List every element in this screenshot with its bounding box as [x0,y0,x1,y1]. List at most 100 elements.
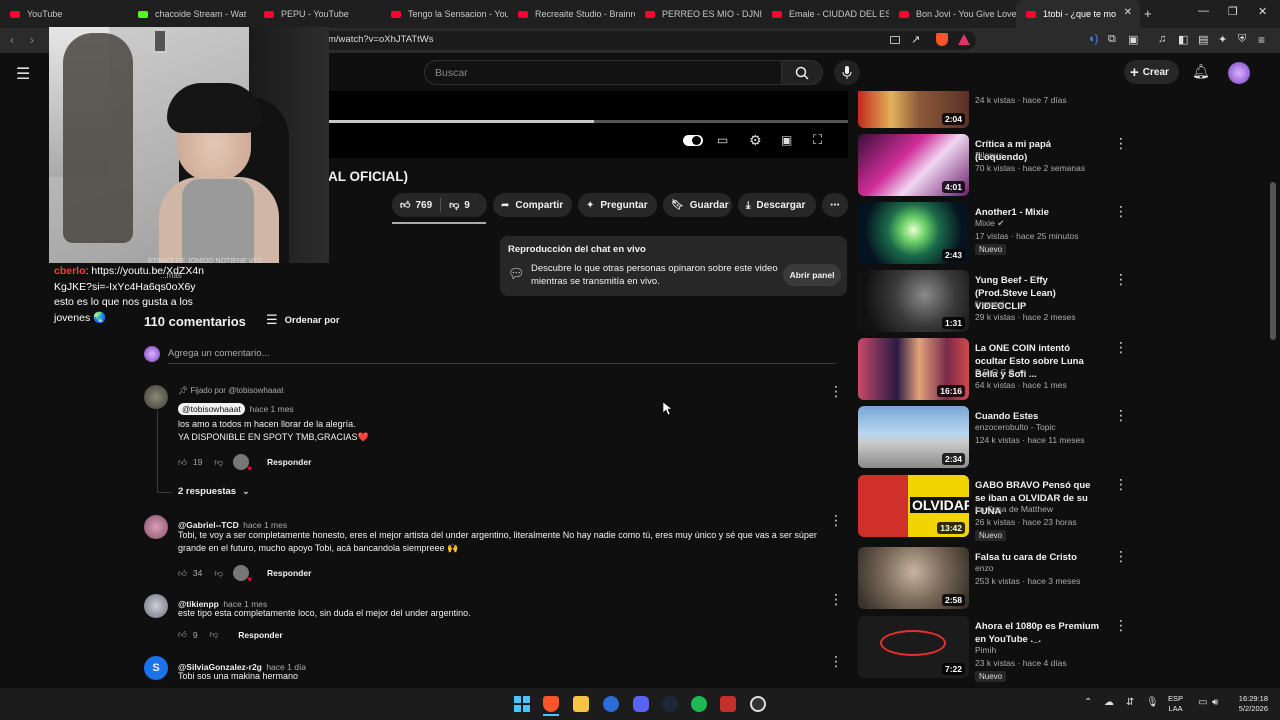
recommendation-item[interactable]: 1:31 Yung Beef - Effy (Prod.Steve Lean) … [858,270,1128,332]
menu-icon[interactable]: ≡ [1258,33,1265,47]
media-icon[interactable]: ♫ [1158,33,1166,45]
channel-name[interactable]: Pimih [975,644,996,657]
replies-toggle[interactable]: 2 respuestas ⌄ [178,486,250,497]
onedrive-icon[interactable]: ☁ [1104,697,1114,708]
video-thumbnail[interactable]: 2:58 [858,547,969,609]
video-thumbnail[interactable]: 16:16 [858,338,969,400]
like-comment-icon[interactable]: 👍︎ [178,629,187,640]
recommendation-item[interactable]: 2:43 Another1 - Mixie Mixie ✔ 17 vistas … [858,202,1128,264]
recommendation-item[interactable]: 7:22 Ahora el 1080p es Premium en YouTub… [858,616,1128,682]
comment-menu-icon[interactable]: ⋮ [829,654,843,668]
avatar[interactable] [1228,62,1250,84]
tab-active[interactable]: 1tobi - ¿que te mo ✕ [1016,0,1140,28]
network-icon[interactable]: ⇵ [1126,697,1134,708]
comment-menu-icon[interactable]: ⋮ [829,384,843,398]
brave-shield-icon[interactable] [936,33,948,46]
discord-icon[interactable] [633,696,649,712]
sort-button[interactable]: ☰ Ordenar por [266,312,340,328]
author-badge[interactable]: @tobisowhaaat [178,403,245,415]
notifications-bell-icon[interactable]: 🔔︎ [1192,63,1210,80]
video-player[interactable] [328,91,848,158]
close-icon[interactable]: ✕ [1124,7,1132,18]
channel-name[interactable]: enzocerobulto - Topic [975,421,1056,434]
reply-button[interactable]: Responder [267,568,311,578]
back-icon[interactable]: ‹ [10,33,14,47]
comment-menu-icon[interactable]: ⋮ [829,592,843,606]
create-button[interactable]: + Crear [1124,60,1179,84]
progress-played[interactable] [328,120,594,123]
channel-name[interactable]: Mixie ✔ [975,217,1004,230]
recommendation-item[interactable]: 2:58 Falsa tu cara de Cristo enzo 253 k … [858,547,1128,609]
dislike-comment-icon[interactable]: 👎︎ [214,568,223,579]
voice-search-button[interactable] [834,60,860,85]
more-actions-button[interactable]: ⋯ [822,193,848,217]
channel-name[interactable]: enzo [975,562,993,575]
tray-chevron-icon[interactable]: ⌃ [1084,697,1092,708]
recommendation-item[interactable]: 4:01 Crítica a mi papá (Loquendo) Silenu… [858,134,1128,196]
video-thumbnail[interactable]: 2:34 [858,406,969,468]
spotify-icon[interactable] [691,696,707,712]
share-button[interactable]: ➦ Compartir [493,193,572,217]
tab-recreaite[interactable]: Recreaite Studio - Brainrot [508,0,635,28]
channel-name[interactable]: Silenus [975,149,1003,162]
tab-emale[interactable]: Emale - CIUDAD DEL ESTE [762,0,889,28]
obs-icon[interactable] [750,696,766,712]
recommendation-item[interactable]: 16:16 La ONE COIN intentó ocultar Esto s… [858,338,1128,400]
open-chat-panel-button[interactable]: Abrir panel [783,264,841,286]
reply-button[interactable]: Responder [267,457,311,467]
fullscreen-icon[interactable]: ⛶ [813,132,822,148]
brave-taskbar-icon[interactable] [543,696,559,712]
start-icon[interactable] [514,696,530,712]
video-thumbnail[interactable]: 1:31 [858,270,969,332]
bing-icon[interactable] [603,696,619,712]
video-thumbnail[interactable]: 2:04 [858,91,969,128]
language-indicator[interactable]: ESP LAA [1168,694,1183,714]
video-thumbnail[interactable]: OLVIDAR 13:42 [858,475,969,537]
dislike-comment-icon[interactable]: 👎︎ [214,457,223,468]
maximize-icon[interactable]: ❐ [1228,5,1238,18]
vpn-icon[interactable]: ⛨ [1238,33,1246,46]
more-vert-icon[interactable]: ⋮ [1114,272,1128,286]
more-vert-icon[interactable]: ⋮ [1114,477,1128,491]
wallet-icon[interactable]: ▤ [1198,33,1208,46]
dislike-comment-icon[interactable]: 👎︎ [210,629,219,640]
url-text[interactable]: m/watch?v=oXhJTATtWs [328,34,434,45]
video-title[interactable]: Falsa tu cara de Cristo [975,551,1103,564]
dislike-button[interactable]: 👎︎ 9 [449,199,470,212]
channel-name[interactable]: La Casa de Matthew [975,503,1053,516]
share-page-icon[interactable]: ↗ [911,33,920,46]
cast-icon[interactable] [890,36,900,44]
video-title[interactable]: Ahora el 1080p es Premium en YouTube ._. [975,620,1103,646]
comment-menu-icon[interactable]: ⋮ [829,513,843,527]
comment-avatar[interactable] [144,594,168,618]
hamburger-menu-icon[interactable]: ☰ [16,64,30,84]
recommendation-item[interactable]: 2:34 Cuando Estes enzocerobulto - Topic … [858,406,1128,468]
new-tab-icon[interactable]: + [1144,6,1152,21]
like-comment-icon[interactable]: 👍︎ [178,457,187,468]
steam-icon[interactable] [662,696,678,712]
audio-icon[interactable]: ◖) [1088,33,1098,45]
more-vert-icon[interactable]: ⋮ [1114,549,1128,563]
more-vert-icon[interactable]: ⋮ [1114,408,1128,422]
window-close-icon[interactable]: ✕ [1258,5,1267,18]
save-button[interactable]: 🔖︎ Guardar [663,193,732,217]
more-vert-icon[interactable]: ⋮ [1114,618,1128,632]
page-scrollbar[interactable] [1270,182,1276,340]
download-button[interactable]: ⤓ Descargar [738,193,816,217]
video-thumbnail[interactable]: 7:22 [858,616,969,678]
reply-button[interactable]: Responder [238,630,282,640]
minimize-icon[interactable]: — [1198,5,1209,17]
more-vert-icon[interactable]: ⋮ [1114,204,1128,218]
ask-button[interactable]: ✦ Preguntar [578,193,657,217]
channel-name[interactable]: linarestj [975,298,1004,311]
recommendation-item[interactable]: OLVIDAR 13:42 GABO BRAVO Pensó que se ib… [858,475,1128,541]
screenshot-icon[interactable]: ▣ [1128,33,1138,46]
more-vert-icon[interactable]: ⋮ [1114,136,1128,150]
tab-bonjovi[interactable]: Bon Jovi - You Give Love A [889,0,1016,28]
clock[interactable]: 16:29:18 5/2/2026 [1232,694,1268,714]
like-button[interactable]: 👍︎ 769 [400,199,432,212]
comment-avatar[interactable] [144,515,168,539]
comment-avatar[interactable]: S [144,656,168,680]
video-thumbnail[interactable]: 4:01 [858,134,969,196]
extensions-icon[interactable]: ⧉ [1108,33,1116,46]
